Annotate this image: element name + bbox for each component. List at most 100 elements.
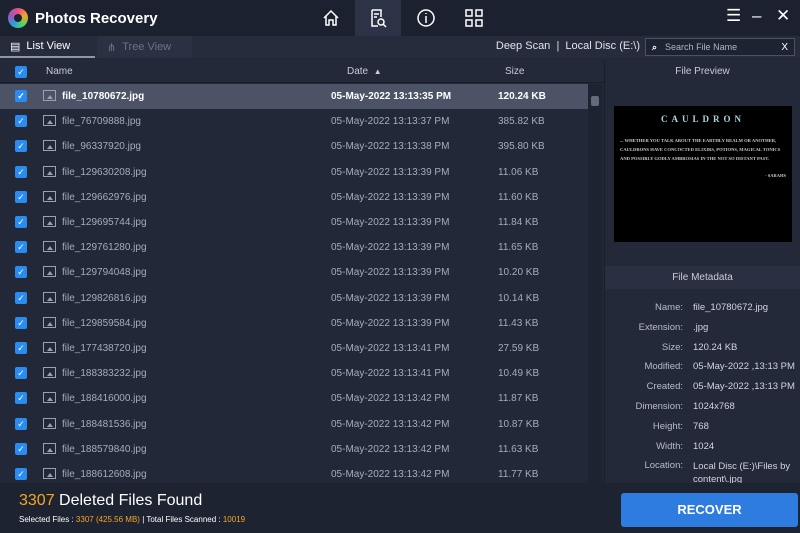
home-icon[interactable] [308,0,354,36]
app-logo-icon [8,8,28,28]
table-row[interactable]: ✓ file_96337920.jpg 05-May-2022 13:13:38… [0,134,588,159]
scrollbar[interactable] [588,84,602,483]
metadata-key: Name: [655,302,683,313]
row-checkbox[interactable]: ✓ [15,291,27,304]
file-size: 11.60 KB [498,191,539,203]
grid-icon[interactable] [451,0,497,36]
row-checkbox[interactable]: ✓ [15,190,27,203]
row-checkbox[interactable]: ✓ [15,342,27,354]
search-placeholder: Search File Name [665,42,738,52]
file-name: file_188383232.jpg [62,368,147,380]
row-checkbox[interactable]: ✓ [15,216,27,228]
row-checkbox[interactable]: ✓ [15,468,27,480]
table-row[interactable]: ✓ file_76709888.jpg 05-May-2022 13:13:37… [0,109,588,134]
selected-value: 3307 (425.56 MB) [75,515,140,524]
file-date: 05-May-2022 13:13:35 PM [331,91,452,102]
file-size: 11.65 KB [498,242,539,254]
image-file-icon [43,316,56,328]
file-size: 27.59 KB [498,343,540,354]
metadata-value: 1024 [693,440,715,452]
column-name[interactable]: Name [46,66,73,77]
file-date: 05-May-2022 13:13:42 PM [331,443,450,455]
recover-button[interactable]: RECOVER [621,493,798,527]
file-name: file_129761280.jpg [62,242,147,254]
file-size: 120.24 KB [498,91,546,102]
tab-tree-view[interactable]: ⋔ Tree View [97,36,192,58]
row-checkbox[interactable]: ✓ [15,115,27,128]
selected-label: Selected Files : [19,515,76,524]
minimize-icon[interactable]: – [752,6,761,26]
tab-label: Tree View [122,41,172,53]
file-date: 05-May-2022 13:13:41 PM [331,343,450,354]
file-name: file_129826816.jpg [62,292,147,304]
file-date: 05-May-2022 13:13:37 PM [331,116,450,128]
file-date: 05-May-2022 13:13:42 PM [331,418,450,430]
metadata-value: .jpg [693,321,709,333]
metadata-key: Size: [661,341,683,353]
image-file-icon [43,367,56,379]
clear-search-button[interactable]: X [781,42,788,53]
row-checkbox[interactable]: ✓ [15,140,27,153]
table-row[interactable]: ✓ file_188579840.jpg 05-May-2022 13:13:4… [0,437,588,462]
scan-info: Deep Scan | Local Disc (E:\) [496,40,640,52]
column-date-label: Date [347,66,369,77]
row-checkbox[interactable]: ✓ [15,165,27,178]
sort-asc-icon: ▲ [373,67,382,76]
row-checkbox[interactable]: ✓ [15,241,27,254]
preview-author: - SARAHS [765,173,786,178]
metadata-key: Height: [652,420,683,432]
table-row[interactable]: ✓ file_129695744.jpg 05-May-2022 13:13:3… [0,210,588,235]
metadata-key: Dimension: [635,401,683,412]
file-preview-image: CAULDRON ... WHETHER YOU TALK ABOUT THE … [614,106,792,242]
metadata-value: 120.24 KB [693,341,738,353]
column-size[interactable]: Size [505,66,524,77]
file-size: 11.84 KB [498,217,539,228]
close-icon[interactable]: ✕ [776,6,790,26]
row-checkbox[interactable]: ✓ [15,90,27,102]
row-checkbox[interactable]: ✓ [15,266,27,279]
app-title: Photos Recovery [35,10,158,27]
row-checkbox[interactable]: ✓ [15,316,27,329]
metadata-value: 768 [693,420,709,432]
column-date[interactable]: Date ▲ [347,66,382,77]
file-date: 05-May-2022 13:13:39 PM [331,317,450,329]
file-name: file_188612608.jpg [62,469,147,480]
scan-results-icon[interactable] [355,0,401,36]
file-name: file_129630208.jpg [62,166,147,178]
table-row[interactable]: ✓ file_188481536.jpg 05-May-2022 13:13:4… [0,412,588,437]
image-file-icon [43,266,56,278]
file-name: file_129662976.jpg [62,191,147,203]
table-row[interactable]: ✓ file_129826816.jpg 05-May-2022 13:13:3… [0,286,588,311]
info-icon[interactable] [403,0,449,36]
file-size: 11.77 KB [498,469,539,480]
row-checkbox[interactable]: ✓ [15,392,27,405]
table-row[interactable]: ✓ file_129859584.jpg 05-May-2022 13:13:3… [0,311,588,336]
scrollbar-thumb[interactable] [591,96,599,106]
table-row[interactable]: ✓ file_129662976.jpg 05-May-2022 13:13:3… [0,185,588,210]
table-row[interactable]: ✓ file_129761280.jpg 05-May-2022 13:13:3… [0,235,588,260]
file-metadata-header: File Metadata [605,266,800,289]
row-checkbox[interactable]: ✓ [15,367,27,380]
table-row[interactable]: ✓ file_188383232.jpg 05-May-2022 13:13:4… [0,361,588,386]
image-file-icon [43,392,56,404]
file-name: file_96337920.jpg [62,141,141,153]
found-label: Deleted Files Found [54,492,203,509]
image-file-icon [43,241,56,253]
table-row[interactable]: ✓ file_188612608.jpg 05-May-2022 13:13:4… [0,462,588,483]
files-found: 3307 Deleted Files Found [19,492,202,510]
file-size: 11.87 KB [498,393,539,405]
table-row[interactable]: ✓ file_188416000.jpg 05-May-2022 13:13:4… [0,386,588,411]
select-all-checkbox[interactable]: ✓ [15,66,27,78]
table-row[interactable]: ✓ file_177438720.jpg 05-May-2022 13:13:4… [0,336,588,361]
file-date: 05-May-2022 13:13:42 PM [331,393,450,405]
table-row[interactable]: ✓ file_129794048.jpg 05-May-2022 13:13:3… [0,260,588,285]
tab-list-view[interactable]: ▤ List View [0,36,95,58]
search-input[interactable]: ⌕ Search File Name X [645,38,795,56]
row-checkbox[interactable]: ✓ [15,442,27,455]
table-row[interactable]: ✓ file_129630208.jpg 05-May-2022 13:13:3… [0,160,588,185]
table-row[interactable]: ✓ file_10780672.jpg 05-May-2022 13:13:35… [0,84,588,109]
row-checkbox[interactable]: ✓ [15,417,27,430]
image-file-icon [43,216,56,227]
file-size: 10.20 KB [498,267,540,279]
menu-icon[interactable]: ☰ [726,6,741,26]
